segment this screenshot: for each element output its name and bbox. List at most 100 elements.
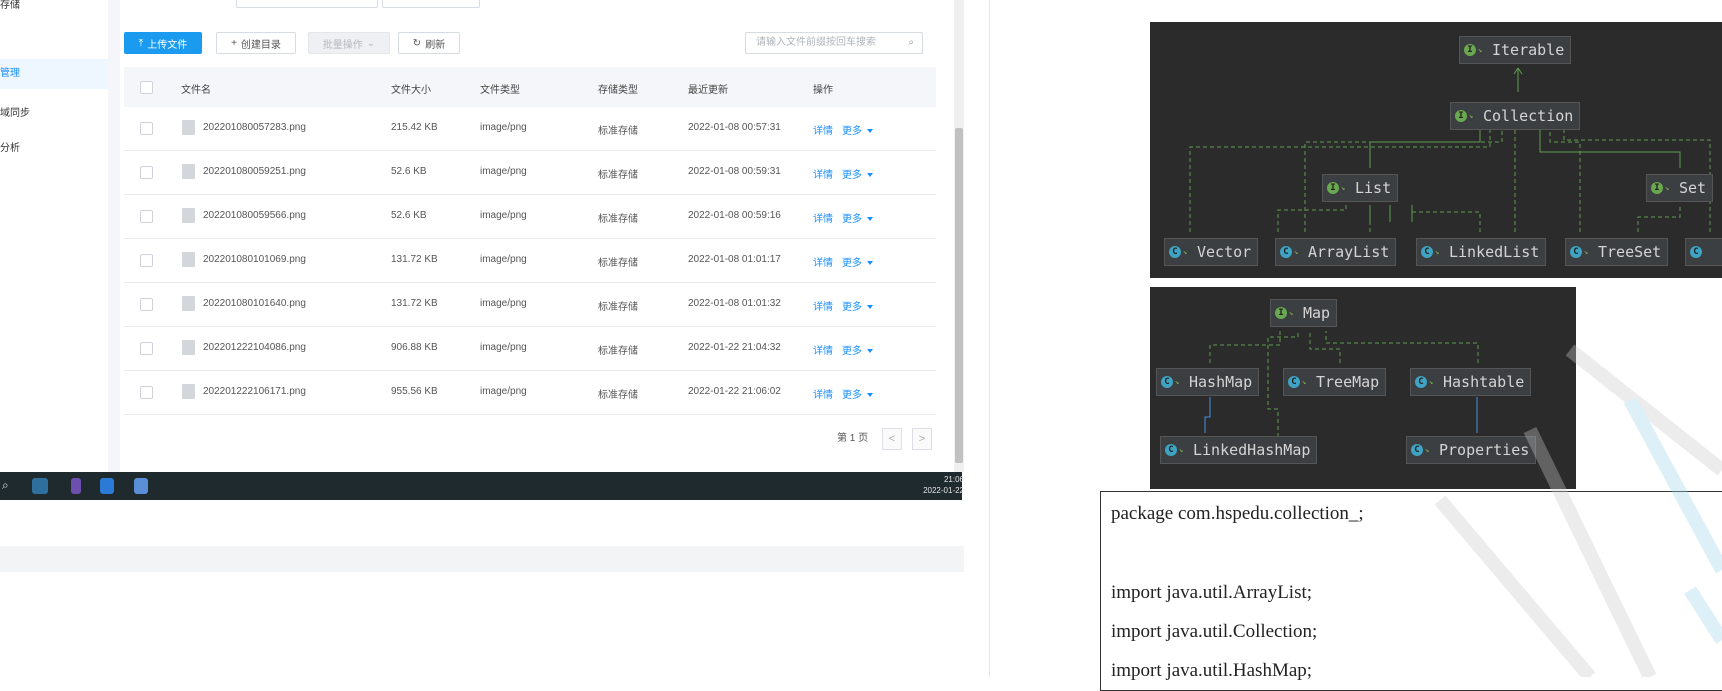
class-icon: C xyxy=(1165,444,1177,456)
page-indicator: 第 1 页 xyxy=(837,433,869,444)
caret-down-icon xyxy=(867,305,873,310)
class-icon: C xyxy=(1169,246,1181,258)
file-name[interactable]: 202201222106171.png xyxy=(203,386,306,397)
image-viewer-icon[interactable] xyxy=(134,478,148,494)
row-checkbox[interactable] xyxy=(140,166,153,179)
file-size: 52.6 KB xyxy=(391,166,427,177)
linkedhashmap-node: C ↘ LinkedHashMap xyxy=(1160,436,1318,464)
more-label: 更多 xyxy=(842,170,862,181)
file-name[interactable]: 202201080057283.png xyxy=(203,122,306,133)
create-directory-button[interactable]: + 创建目录 xyxy=(216,32,296,54)
image-file-icon xyxy=(182,384,195,399)
detail-link[interactable]: 详情 xyxy=(813,342,833,357)
more-menu[interactable]: 更多 xyxy=(842,122,873,137)
file-name[interactable]: 202201080059566.png xyxy=(203,210,306,221)
header-size: 文件大小 xyxy=(391,85,431,96)
upload-button[interactable]: ⤒ 上传文件 xyxy=(124,32,202,54)
code-line: import java.util.Collection; xyxy=(1111,621,1318,642)
image-file-icon xyxy=(182,252,195,267)
storage-type: 标准存储 xyxy=(598,214,638,225)
taskbar-clock[interactable]: 21:06 2022-01-22 xyxy=(904,474,964,496)
search-icon: ⌕ xyxy=(908,37,914,48)
row-checkbox[interactable] xyxy=(140,386,153,399)
file-manager-screenshot: 存储 管理 域同步 分析 ⤒ 上传文件 + 创建目录 批量操作 ⌄ ↻ 刷新 请… xyxy=(0,0,964,500)
detail-link[interactable]: 详情 xyxy=(813,210,833,225)
more-menu[interactable]: 更多 xyxy=(842,210,873,225)
vscode-icon[interactable] xyxy=(100,478,114,494)
link-icon: ↘ xyxy=(1289,308,1294,317)
class-icon: C xyxy=(1411,444,1423,456)
updated-time: 2022-01-08 01:01:17 xyxy=(688,254,781,265)
table-row: 202201080057283.png 215.42 KB image/png … xyxy=(124,107,936,151)
file-size: 131.72 KB xyxy=(391,254,438,265)
interface-icon: I xyxy=(1651,182,1663,194)
refresh-button[interactable]: ↻ 刷新 xyxy=(398,32,460,54)
filter-button[interactable] xyxy=(382,0,480,8)
hashmap-node: C ↘ HashMap xyxy=(1156,368,1260,396)
create-directory-label: 创建目录 xyxy=(240,39,281,51)
file-type: image/png xyxy=(480,386,527,397)
link-icon: ↘ xyxy=(1425,445,1430,454)
detail-link[interactable]: 详情 xyxy=(813,122,833,137)
code-line: import java.util.ArrayList; xyxy=(1111,582,1313,603)
more-menu[interactable]: 更多 xyxy=(842,386,873,401)
class-icon: C xyxy=(1415,376,1427,388)
more-menu[interactable]: 更多 xyxy=(842,166,873,181)
sidebar-item-manage[interactable]: 管理 xyxy=(0,59,108,89)
next-page-button[interactable]: > xyxy=(912,428,932,450)
map-node: I ↘ Map xyxy=(1270,299,1338,327)
batch-operation-label: 批量操作 xyxy=(322,39,363,51)
file-type: image/png xyxy=(480,210,527,221)
file-name[interactable]: 202201080059251.png xyxy=(203,166,306,177)
refresh-label: 刷新 xyxy=(425,39,446,51)
app-icon[interactable] xyxy=(71,478,81,494)
more-menu[interactable]: 更多 xyxy=(842,254,873,269)
header-updated: 最近更新 xyxy=(688,85,728,96)
row-checkbox[interactable] xyxy=(140,122,153,135)
filter-field[interactable] xyxy=(236,0,378,8)
prev-page-button[interactable]: < xyxy=(882,428,902,450)
detail-link[interactable]: 详情 xyxy=(813,166,833,181)
more-menu[interactable]: 更多 xyxy=(842,298,873,313)
link-icon: ↘ xyxy=(1435,247,1440,256)
file-name[interactable]: 202201222104086.png xyxy=(203,342,306,353)
more-menu[interactable]: 更多 xyxy=(842,342,873,357)
file-name[interactable]: 202201080101069.png xyxy=(203,254,306,265)
image-file-icon xyxy=(182,340,195,355)
link-icon: ↘ xyxy=(1341,183,1346,192)
node-label: TreeSet xyxy=(1598,243,1662,261)
link-icon: ↘ xyxy=(1175,377,1180,386)
image-file-icon xyxy=(182,296,195,311)
sidebar: 存储 管理 域同步 分析 xyxy=(0,0,109,472)
hashtable-node: C ↘ Hashtable xyxy=(1410,368,1532,396)
row-checkbox[interactable] xyxy=(140,210,153,223)
file-size: 955.56 KB xyxy=(391,386,438,397)
file-name[interactable]: 202201080101640.png xyxy=(203,298,306,309)
select-all-checkbox[interactable] xyxy=(140,81,153,94)
detail-link[interactable]: 详情 xyxy=(813,386,833,401)
search-icon[interactable]: ⌕ xyxy=(2,478,18,494)
more-label: 更多 xyxy=(842,258,862,269)
search-input[interactable]: 请输入文件前缀按回车搜索 ⌕ xyxy=(745,32,923,54)
row-checkbox[interactable] xyxy=(140,342,153,355)
interface-icon: I xyxy=(1464,44,1476,56)
file-type: image/png xyxy=(480,342,527,353)
header-name: 文件名 xyxy=(181,85,211,96)
sidebar-item-sync[interactable]: 域同步 xyxy=(0,104,30,119)
node-label: ArrayList xyxy=(1308,243,1390,261)
link-icon: ↘ xyxy=(1294,247,1299,256)
detail-link[interactable]: 详情 xyxy=(813,298,833,313)
edge-browser-icon[interactable] xyxy=(32,478,48,494)
code-line: package com.hspedu.collection_; xyxy=(1111,503,1364,524)
table-row: 202201080101640.png 131.72 KB image/png … xyxy=(124,283,936,327)
sidebar-item-storage[interactable]: 存储 xyxy=(0,0,20,11)
row-checkbox[interactable] xyxy=(140,254,153,267)
row-checkbox[interactable] xyxy=(140,298,153,311)
storage-type: 标准存储 xyxy=(598,346,638,357)
detail-link[interactable]: 详情 xyxy=(813,254,833,269)
clock-time: 21:06 xyxy=(943,475,964,484)
batch-operation-button[interactable]: 批量操作 ⌄ xyxy=(308,32,390,54)
sidebar-item-analysis[interactable]: 分析 xyxy=(0,139,20,154)
more-label: 更多 xyxy=(842,214,862,225)
scrollbar-thumb[interactable] xyxy=(955,128,963,463)
